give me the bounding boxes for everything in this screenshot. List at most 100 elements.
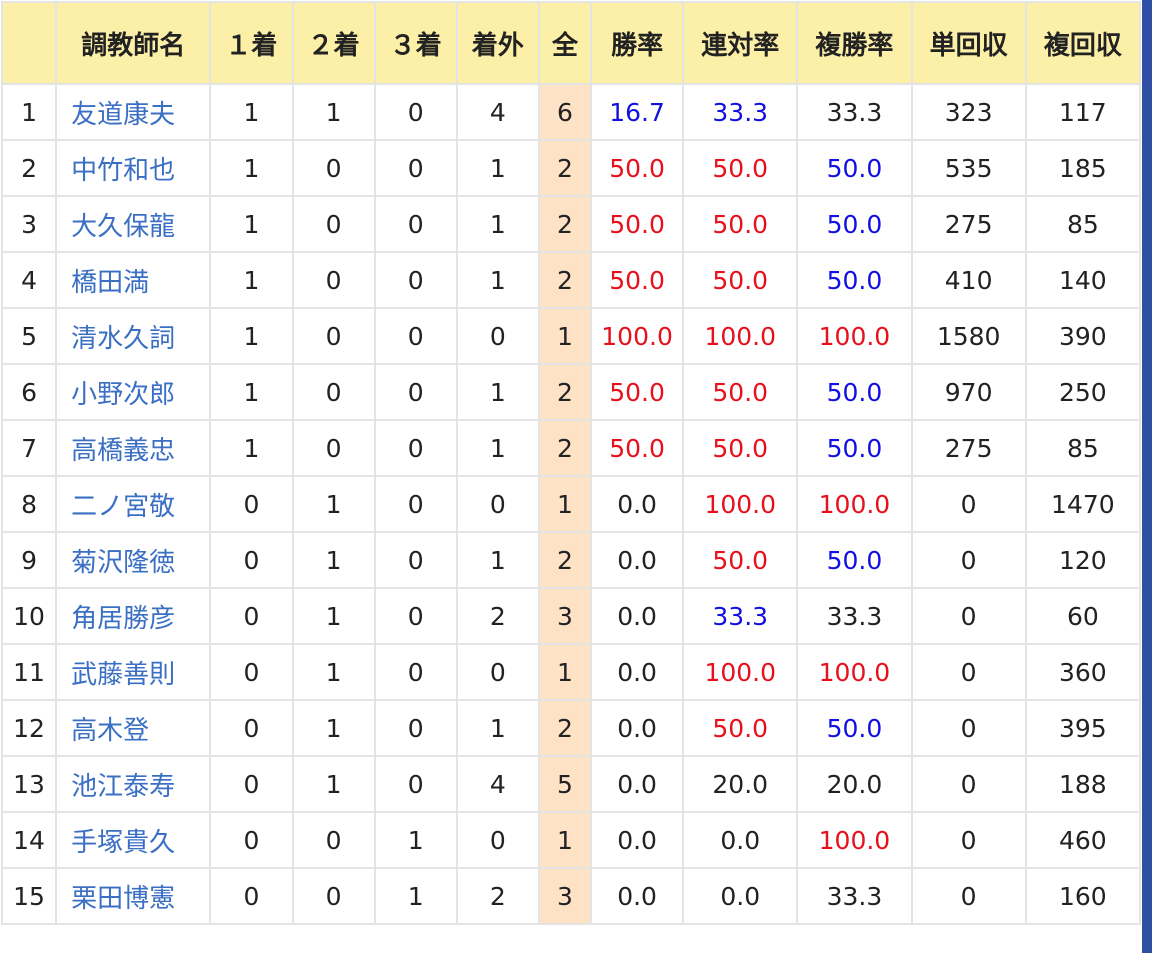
cell-quinella-rate: 50.0 xyxy=(682,139,799,197)
cell-second: 1 xyxy=(291,643,376,701)
cell-place-rate: 100.0 xyxy=(796,307,913,365)
header-win-rate[interactable]: 勝率 xyxy=(589,1,685,85)
cell-place-rate: 33.3 xyxy=(796,867,913,925)
header-place-rate[interactable]: 複勝率 xyxy=(796,1,913,85)
header-trainer-name[interactable]: 調教師名 xyxy=(55,1,212,85)
cell-place-return: 1470 xyxy=(1024,475,1142,533)
cell-out: 4 xyxy=(455,755,540,813)
cell-first: 1 xyxy=(209,195,294,253)
cell-out: 2 xyxy=(455,867,540,925)
cell-win-rate: 16.7 xyxy=(589,83,685,141)
cell-second: 0 xyxy=(291,811,376,869)
cell-total: 3 xyxy=(537,587,593,645)
trainer-name-link[interactable]: 大久保龍 xyxy=(71,212,175,242)
cell-third: 0 xyxy=(373,531,458,589)
cell-place-return: 60 xyxy=(1024,587,1142,645)
cell-total: 1 xyxy=(537,811,593,869)
trainer-name-link[interactable]: 高木登 xyxy=(71,716,149,746)
cell-rank: 2 xyxy=(0,139,58,197)
cell-out: 1 xyxy=(455,251,540,309)
cell-second: 1 xyxy=(291,587,376,645)
cell-win-return: 275 xyxy=(910,195,1027,253)
cell-quinella-rate: 20.0 xyxy=(682,755,799,813)
cell-rank: 11 xyxy=(0,643,58,701)
cell-quinella-rate: 100.0 xyxy=(682,307,799,365)
cell-third: 0 xyxy=(373,643,458,701)
cell-out: 1 xyxy=(455,195,540,253)
trainer-name-link[interactable]: 清水久詞 xyxy=(71,324,175,354)
header-quinella-rate[interactable]: 連対率 xyxy=(682,1,799,85)
cell-out: 1 xyxy=(455,531,540,589)
cell-place-rate: 50.0 xyxy=(796,531,913,589)
trainer-name-link[interactable]: 橋田満 xyxy=(71,268,149,298)
cell-rank: 10 xyxy=(0,587,58,645)
cell-win-return: 0 xyxy=(910,699,1027,757)
cell-first: 0 xyxy=(209,811,294,869)
cell-second: 0 xyxy=(291,251,376,309)
header-second[interactable]: ２着 xyxy=(291,1,376,85)
cell-first: 0 xyxy=(209,699,294,757)
header-out[interactable]: 着外 xyxy=(455,1,540,85)
cell-win-return: 275 xyxy=(910,419,1027,477)
trainer-name-link[interactable]: 武藤善則 xyxy=(71,660,175,690)
cell-total: 2 xyxy=(537,699,593,757)
cell-third: 0 xyxy=(373,755,458,813)
cell-total: 3 xyxy=(537,867,593,925)
cell-second: 1 xyxy=(291,699,376,757)
table-row: 8 二ノ宮敬 0 1 0 0 1 0.0 100.0 100.0 0 1470 xyxy=(0,475,1142,533)
cell-place-rate: 100.0 xyxy=(796,811,913,869)
cell-total: 2 xyxy=(537,139,593,197)
cell-out: 4 xyxy=(455,83,540,141)
table-row: 15 栗田博憲 0 0 1 2 3 0.0 0.0 33.3 0 160 xyxy=(0,867,1142,925)
cell-trainer-name: 手塚貴久 xyxy=(55,811,212,869)
cell-second: 1 xyxy=(291,531,376,589)
header-third[interactable]: ３着 xyxy=(373,1,458,85)
cell-third: 0 xyxy=(373,475,458,533)
cell-rank: 14 xyxy=(0,811,58,869)
cell-place-return: 360 xyxy=(1024,643,1142,701)
cell-trainer-name: 橋田満 xyxy=(55,251,212,309)
cell-place-return: 160 xyxy=(1024,867,1142,925)
trainer-name-link[interactable]: 二ノ宮敬 xyxy=(71,492,175,522)
cell-trainer-name: 武藤善則 xyxy=(55,643,212,701)
cell-rank: 1 xyxy=(0,83,58,141)
header-total[interactable]: 全 xyxy=(537,1,593,85)
cell-win-return: 0 xyxy=(910,587,1027,645)
table-row: 11 武藤善則 0 1 0 0 1 0.0 100.0 100.0 0 360 xyxy=(0,643,1142,701)
cell-rank: 9 xyxy=(0,531,58,589)
cell-out: 0 xyxy=(455,307,540,365)
trainer-name-link[interactable]: 手塚貴久 xyxy=(71,828,175,858)
header-first[interactable]: １着 xyxy=(209,1,294,85)
cell-third: 0 xyxy=(373,83,458,141)
cell-trainer-name: 角居勝彦 xyxy=(55,587,212,645)
cell-trainer-name: 中竹和也 xyxy=(55,139,212,197)
page: 調教師名 １着 ２着 ３着 着外 全 勝率 連対率 複勝率 単回収 複回収 1 友… xyxy=(0,0,1152,953)
trainer-name-link[interactable]: 菊沢隆徳 xyxy=(71,548,175,578)
cell-quinella-rate: 50.0 xyxy=(682,195,799,253)
header-place-return[interactable]: 複回収 xyxy=(1024,1,1142,85)
cell-rank: 7 xyxy=(0,419,58,477)
trainer-name-link[interactable]: 小野次郎 xyxy=(71,380,175,410)
cell-win-return: 410 xyxy=(910,251,1027,309)
cell-total: 2 xyxy=(537,531,593,589)
cell-win-rate: 0.0 xyxy=(589,531,685,589)
header-win-return[interactable]: 単回収 xyxy=(910,1,1027,85)
trainer-name-link[interactable]: 中竹和也 xyxy=(71,156,175,186)
cell-place-return: 85 xyxy=(1024,419,1142,477)
cell-out: 1 xyxy=(455,363,540,421)
cell-win-rate: 0.0 xyxy=(589,755,685,813)
cell-place-rate: 50.0 xyxy=(796,251,913,309)
cell-rank: 4 xyxy=(0,251,58,309)
cell-first: 1 xyxy=(209,363,294,421)
cell-rank: 12 xyxy=(0,699,58,757)
cell-third: 0 xyxy=(373,139,458,197)
trainer-name-link[interactable]: 栗田博憲 xyxy=(71,884,175,914)
trainer-name-link[interactable]: 高橋義忠 xyxy=(71,436,175,466)
cell-second: 1 xyxy=(291,755,376,813)
trainer-name-link[interactable]: 友道康夫 xyxy=(71,100,175,130)
trainer-name-link[interactable]: 角居勝彦 xyxy=(71,604,175,634)
cell-rank: 8 xyxy=(0,475,58,533)
trainer-name-link[interactable]: 池江泰寿 xyxy=(71,772,175,802)
cell-win-return: 535 xyxy=(910,139,1027,197)
cell-first: 1 xyxy=(209,419,294,477)
